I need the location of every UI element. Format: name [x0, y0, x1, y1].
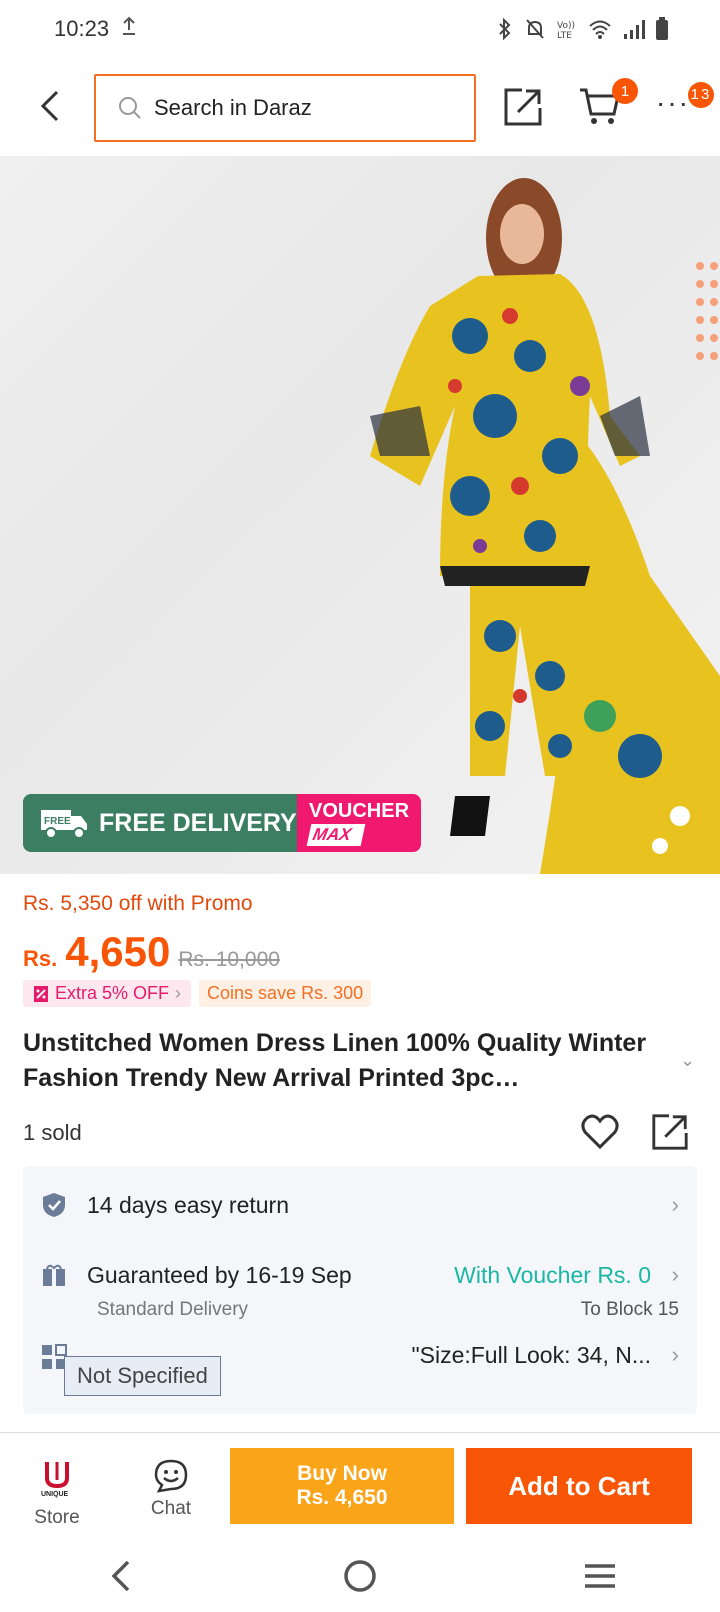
voucher-shipping-label: With Voucher Rs. 0: [454, 1261, 651, 1288]
back-arrow-icon: [40, 90, 59, 122]
buy-now-label: Buy Now: [297, 1462, 387, 1485]
search-input[interactable]: Search in Daraz: [94, 74, 476, 142]
divider: [0, 1432, 720, 1433]
status-time: 10:23: [54, 16, 110, 41]
wishlist-button[interactable]: [580, 1112, 620, 1152]
product-image[interactable]: FREE FREE DELIVERY VOUCHER MAX: [0, 156, 720, 874]
share-product-button[interactable]: [650, 1112, 690, 1152]
delivery-row[interactable]: Guaranteed by 16-19 Sep With Voucher Rs.…: [23, 1260, 697, 1290]
chevron-right-icon: ›: [671, 1192, 679, 1217]
specification-row[interactable]: "Size:Full Look: 34, N... ›: [23, 1328, 697, 1369]
search-icon: [119, 97, 141, 119]
store-label: Store: [34, 1507, 80, 1528]
upload-icon: [121, 15, 137, 43]
bluetooth-icon: [496, 17, 514, 41]
signal-icon: [622, 18, 646, 40]
currency-label: Rs.: [23, 946, 58, 971]
promo-discount-text: Rs. 5,350 off with Promo: [23, 892, 253, 915]
svg-text:Vo)): Vo)): [557, 21, 575, 31]
battery-icon: [656, 17, 668, 41]
delivery-type-label: Standard Delivery: [97, 1299, 249, 1320]
search-placeholder: Search in Daraz: [154, 95, 312, 120]
expand-title-icon[interactable]: ⌄: [680, 1050, 695, 1071]
chat-icon: [154, 1459, 188, 1493]
svg-text:UNIQUE: UNIQUE: [41, 1491, 69, 1498]
promo-banner: FREE FREE DELIVERY VOUCHER MAX: [23, 794, 421, 852]
return-policy-label: 14 days easy return: [87, 1191, 290, 1218]
chevron-right-icon: ›: [671, 1262, 679, 1287]
buy-now-price: Rs. 4,650: [296, 1486, 388, 1509]
more-badge: 13: [688, 82, 714, 108]
voucher-label: VOUCHER: [309, 800, 410, 822]
nav-recents-button[interactable]: [570, 1551, 630, 1601]
cart-button[interactable]: 1: [578, 78, 638, 128]
wifi-icon: [588, 18, 612, 40]
buy-now-button[interactable]: Buy Now Rs. 4,650: [230, 1448, 454, 1524]
chat-button[interactable]: Chat: [136, 1458, 206, 1520]
share-button[interactable]: [502, 86, 544, 128]
original-price: Rs. 10,000: [178, 948, 280, 971]
chevron-right-icon: ›: [671, 1342, 679, 1367]
coins-save-tag: Coins save Rs. 300: [199, 980, 372, 1007]
store-button[interactable]: UNIQUE Store: [22, 1458, 92, 1529]
nav-menu-icon: [585, 1564, 615, 1588]
volte-icon: Vo)) LTE: [556, 17, 578, 41]
extra-off-label: Extra 5% OFF: [55, 983, 170, 1003]
offer-tags: Extra 5% OFF › Coins save Rs. 300: [23, 980, 372, 1007]
share-icon: [652, 1114, 688, 1150]
free-delivery-badge: FREE FREE DELIVERY: [23, 794, 297, 852]
delivery-guarantee-label: Guaranteed by 16-19 Sep: [87, 1261, 352, 1288]
share-icon: [504, 88, 542, 126]
nav-home-icon: [344, 1560, 376, 1592]
delivery-truck-icon: FREE: [41, 810, 87, 839]
coupon-icon: [34, 985, 48, 1002]
size-spec-label: "Size:Full Look: 34, N...: [411, 1342, 651, 1368]
sold-count: 1 sold: [23, 1120, 82, 1145]
store-logo-icon: UNIQUE: [41, 1462, 69, 1498]
return-policy-row[interactable]: 14 days easy return ›: [23, 1190, 697, 1220]
top-bar: Search in Daraz 1 ··· 13: [0, 58, 720, 154]
bottom-action-bar: UNIQUE Store Chat Buy Now Rs. 4,650 Add …: [0, 1436, 720, 1536]
add-to-cart-button[interactable]: Add to Cart: [466, 1448, 692, 1524]
svg-text:FREE: FREE: [44, 816, 71, 827]
nav-back-icon: [111, 1560, 130, 1592]
free-delivery-label: FREE DELIVERY: [99, 808, 297, 837]
nav-back-button[interactable]: [90, 1551, 150, 1601]
system-nav-bar: [0, 1540, 720, 1612]
price-row: Rs. 4,650 Rs. 10,000: [23, 928, 280, 976]
chevron-right-icon: ›: [175, 983, 182, 1003]
cart-badge: 1: [612, 78, 638, 104]
product-title: Unstitched Women Dress Linen 100% Qualit…: [23, 1029, 647, 1092]
product-photo: [370, 178, 720, 874]
nav-home-button[interactable]: [330, 1551, 390, 1601]
status-left: 10:23: [54, 15, 137, 43]
svg-text:LTE: LTE: [557, 31, 572, 41]
status-bar: 10:23 Vo)) LTE: [0, 0, 720, 58]
extra-off-tag[interactable]: Extra 5% OFF ›: [23, 980, 192, 1007]
shield-check-icon: [43, 1193, 65, 1217]
voucher-max-badge: VOUCHER MAX: [297, 794, 421, 852]
current-price: 4,650: [65, 928, 171, 975]
voucher-max-label: MAX: [306, 824, 366, 846]
more-button[interactable]: ··· 13: [656, 82, 714, 124]
back-button[interactable]: [30, 84, 70, 128]
more-dots-icon: ···: [656, 87, 690, 118]
heart-icon: [581, 1114, 619, 1150]
carousel-dots-decoration: [696, 262, 718, 360]
chat-label: Chat: [150, 1498, 192, 1519]
package-icon: [43, 1264, 65, 1286]
delivery-destination-label: To Block 15: [580, 1299, 679, 1320]
spec-tag[interactable]: Not Specified: [64, 1356, 221, 1396]
mute-icon: [524, 17, 546, 41]
status-icons: Vo)) LTE: [496, 17, 668, 41]
delivery-sub-row: Standard Delivery To Block 15: [23, 1298, 697, 1322]
